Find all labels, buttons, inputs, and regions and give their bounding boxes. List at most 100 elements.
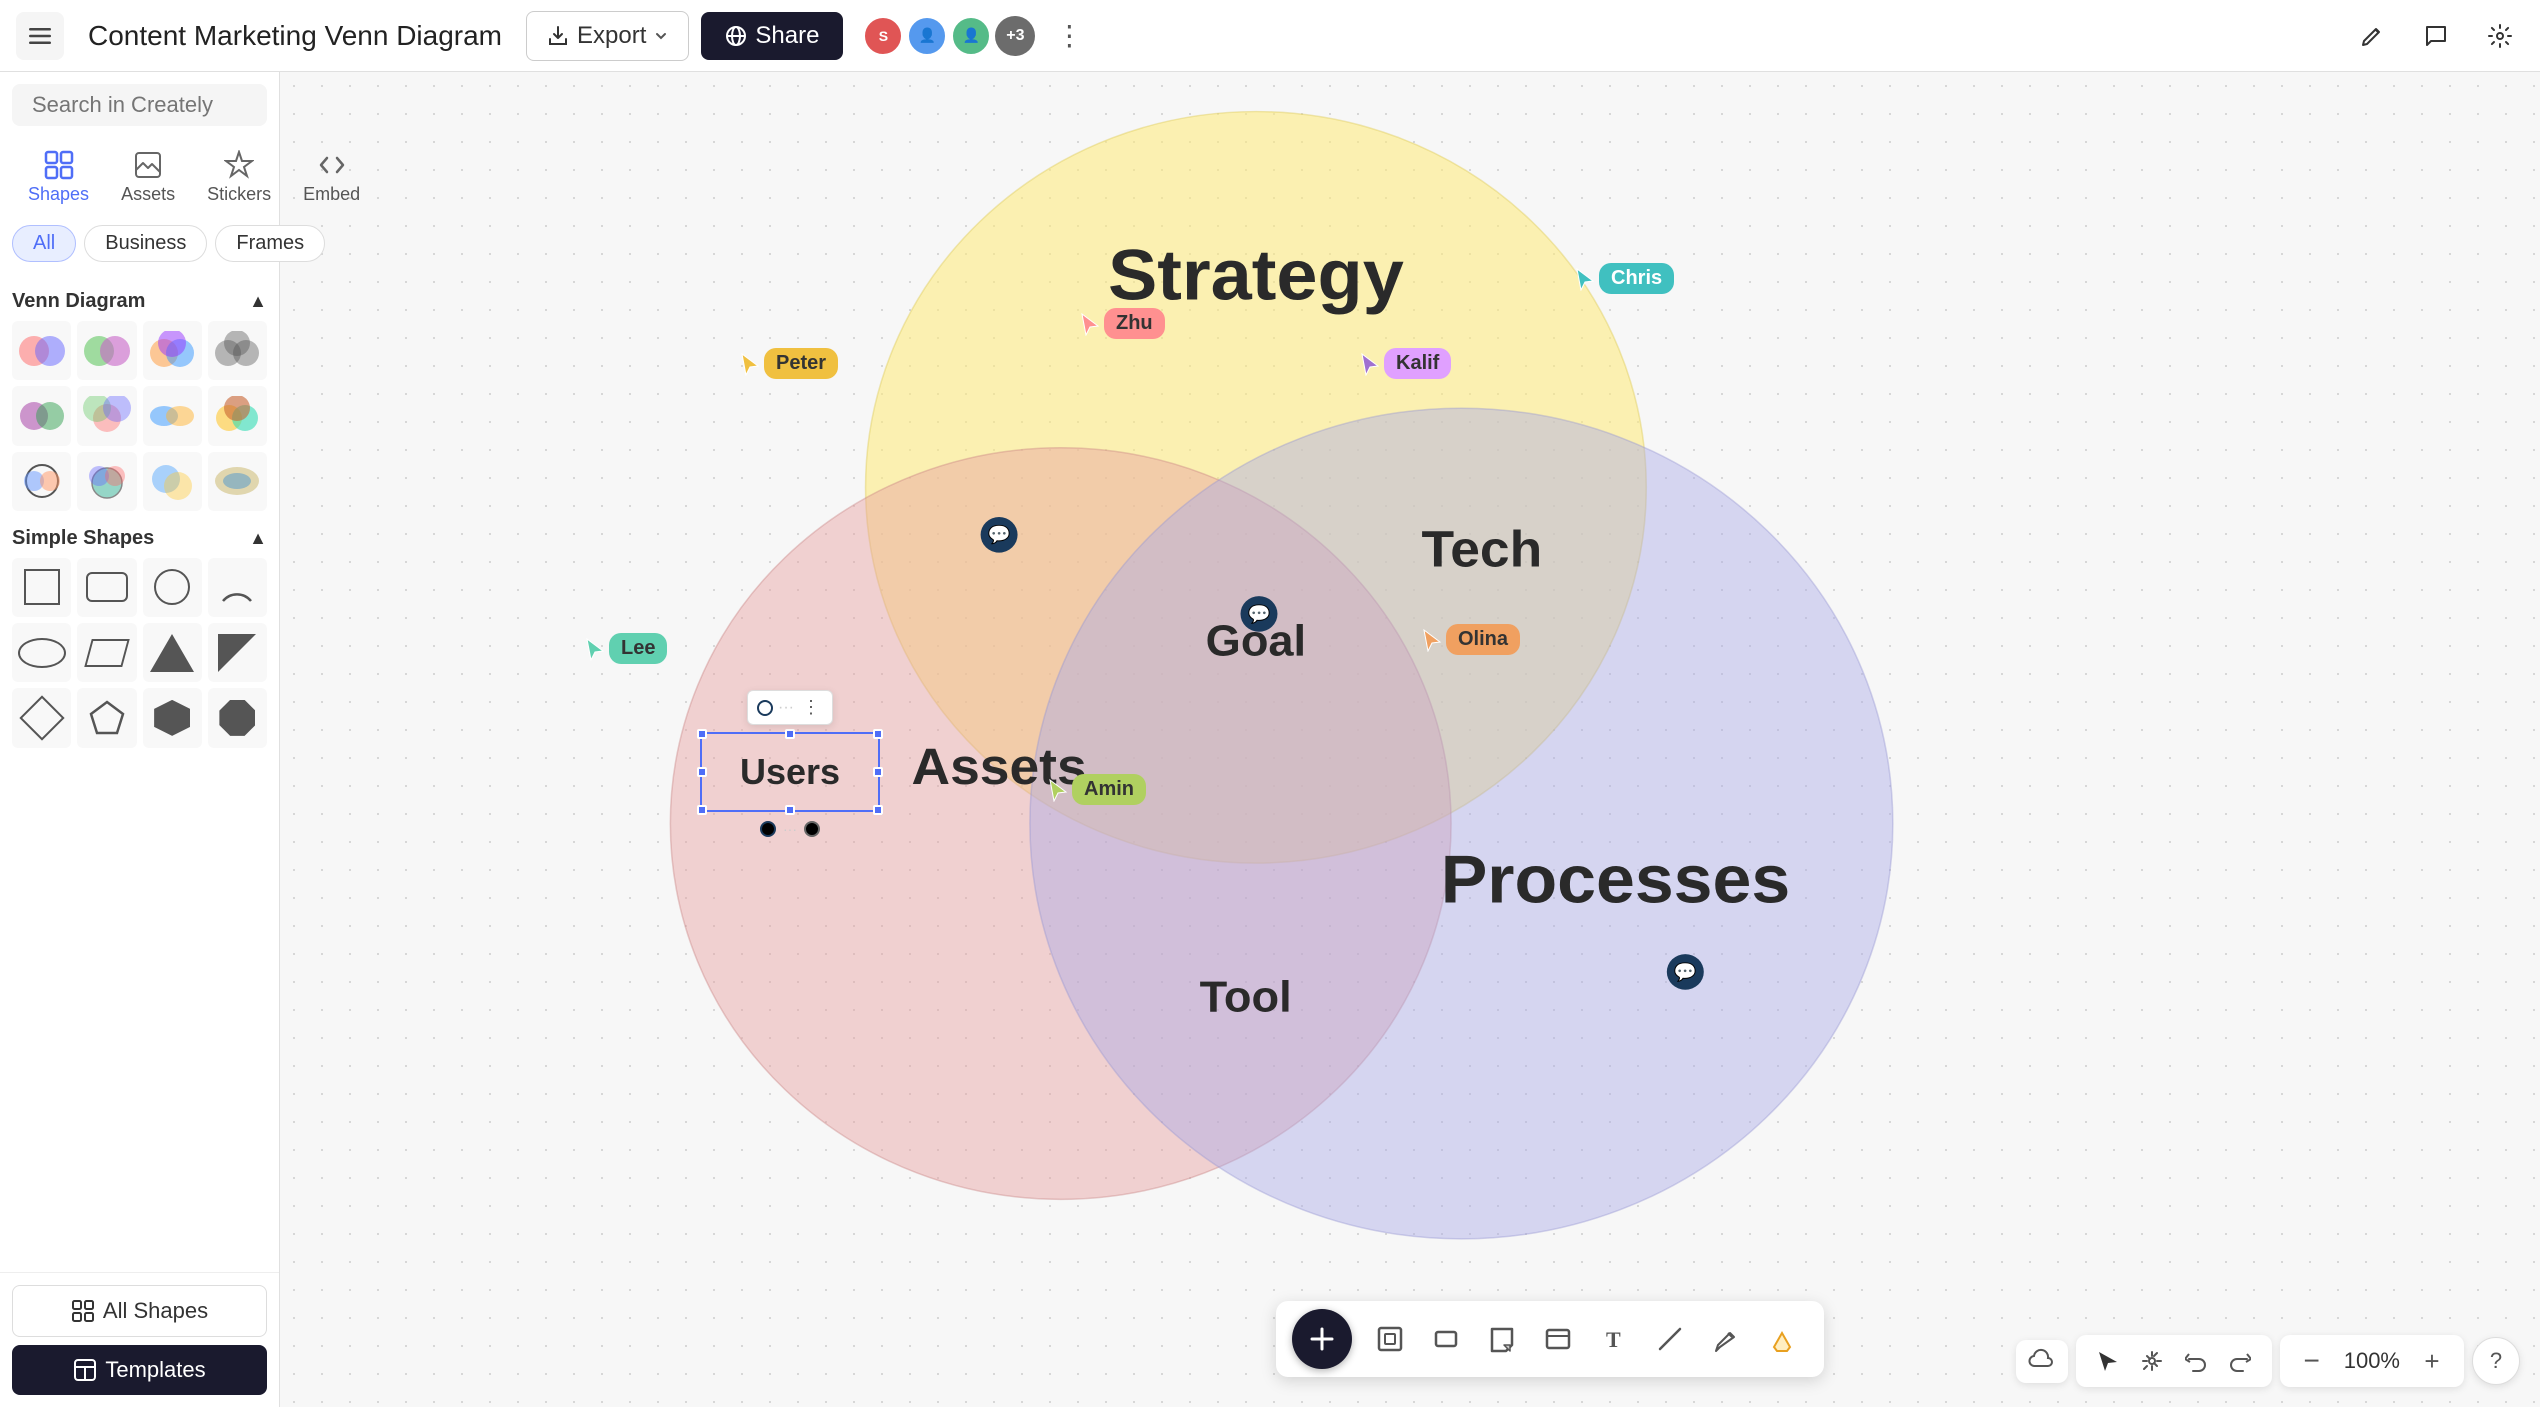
venn-shape-8[interactable]: [208, 386, 267, 445]
svg-text:Assets: Assets: [912, 739, 1087, 796]
line-tool[interactable]: [1644, 1313, 1696, 1365]
menu-button[interactable]: [16, 12, 64, 60]
venn-shape-6[interactable]: [77, 386, 136, 445]
cloud-save-button[interactable]: [2016, 1340, 2068, 1383]
svg-text:T: T: [1606, 1327, 1621, 1352]
stickers-tab-label: Stickers: [207, 184, 271, 205]
simple-section-toggle[interactable]: ▲: [249, 528, 267, 549]
collaborator-avatars: S 👤 👤 +3: [863, 16, 1035, 56]
venn-shape-grid: [12, 321, 267, 511]
venn-shape-2[interactable]: [77, 321, 136, 380]
simple-section-header: Simple Shapes ▲: [12, 527, 267, 550]
venn-section-toggle[interactable]: ▲: [249, 291, 267, 312]
marker-tool[interactable]: [1700, 1313, 1752, 1365]
venn-shape-10[interactable]: [77, 452, 136, 511]
add-button[interactable]: [1292, 1309, 1352, 1369]
assets-icon: [133, 150, 163, 180]
simple-shape-square[interactable]: [12, 558, 71, 617]
simple-shape-pentagon[interactable]: [77, 688, 136, 747]
move-tool-button[interactable]: [2132, 1341, 2172, 1381]
svg-text:💬: 💬: [1247, 603, 1270, 624]
venn-shape-7[interactable]: [143, 386, 202, 445]
redo-button[interactable]: [2220, 1341, 2260, 1381]
venn-shape-4[interactable]: [208, 321, 267, 380]
tab-stickers[interactable]: Stickers: [191, 142, 287, 213]
svg-text:Tool: Tool: [1200, 973, 1292, 1021]
search-bar[interactable]: [12, 84, 267, 126]
card-tool[interactable]: [1532, 1313, 1584, 1365]
bottom-toolbar: T: [1276, 1301, 1824, 1377]
search-input[interactable]: [32, 92, 320, 118]
avatar-s: S: [863, 16, 903, 56]
venn-shape-3[interactable]: [143, 321, 202, 380]
venn-section-label: Venn Diagram: [12, 290, 145, 313]
filter-all[interactable]: All: [12, 225, 76, 262]
simple-shape-ellipse[interactable]: [12, 623, 71, 682]
zoom-level: 100%: [2336, 1348, 2408, 1374]
zoom-in-button[interactable]: +: [2412, 1341, 2452, 1381]
frame-tool[interactable]: [1364, 1313, 1416, 1365]
venn-shape-12[interactable]: [208, 452, 267, 511]
svg-text:💬: 💬: [988, 524, 1011, 545]
simple-shape-right-triangle[interactable]: [208, 623, 267, 682]
all-shapes-label: All Shapes: [103, 1298, 208, 1324]
venn-shape-1[interactable]: [12, 321, 71, 380]
document-title[interactable]: Content Marketing Venn Diagram: [76, 14, 514, 58]
simple-shape-hexagon[interactable]: [143, 688, 202, 747]
sidebar-bottom: All Shapes Templates: [0, 1272, 279, 1407]
templates-label: Templates: [105, 1357, 205, 1383]
tab-embed[interactable]: Embed: [287, 142, 376, 213]
venn-shape-11[interactable]: [143, 452, 202, 511]
avatar-1: 👤: [907, 16, 947, 56]
sidebar: Shapes Assets Stickers Embed All Busines…: [0, 72, 280, 1407]
simple-shape-diamond[interactable]: [12, 688, 71, 747]
rectangle-tool[interactable]: [1420, 1313, 1472, 1365]
simple-shape-arc[interactable]: [208, 558, 267, 617]
tab-shapes[interactable]: Shapes: [12, 142, 105, 213]
help-button[interactable]: ?: [2472, 1337, 2520, 1385]
avatar-2: 👤: [951, 16, 991, 56]
svg-text:💬: 💬: [1674, 961, 1697, 982]
filter-frames[interactable]: Frames: [215, 225, 325, 262]
simple-shape-circle[interactable]: [143, 558, 202, 617]
grid-icon: [71, 1299, 95, 1323]
svg-text:Processes: Processes: [1441, 842, 1790, 918]
sidebar-content: Venn Diagram ▲: [0, 270, 279, 1272]
edit-icon-button[interactable]: [2348, 12, 2396, 60]
canvas[interactable]: Strategy Assets Tech Goal Tool Processes…: [280, 72, 2540, 1407]
templates-button[interactable]: Templates: [12, 1345, 267, 1395]
zoom-out-button[interactable]: −: [2292, 1341, 2332, 1381]
topbar: Content Marketing Venn Diagram Export Sh…: [0, 0, 2540, 72]
filter-business[interactable]: Business: [84, 225, 207, 262]
all-shapes-button[interactable]: All Shapes: [12, 1285, 267, 1337]
stickers-icon: [224, 150, 254, 180]
venn-diagram: Strategy Assets Tech Goal Tool Processes…: [280, 72, 2540, 1407]
sticky-note-tool[interactable]: [1476, 1313, 1528, 1365]
undo-button[interactable]: [2176, 1341, 2216, 1381]
venn-shape-5[interactable]: [12, 386, 71, 445]
settings-icon-button[interactable]: [2476, 12, 2524, 60]
export-button[interactable]: Export: [526, 11, 689, 61]
embed-tab-label: Embed: [303, 184, 360, 205]
simple-shape-rect-rounded[interactable]: [77, 558, 136, 617]
more-options-button[interactable]: ⋮: [1047, 15, 1091, 56]
venn-section-header: Venn Diagram ▲: [12, 290, 267, 313]
share-button[interactable]: Share: [701, 12, 843, 60]
highlight-tool[interactable]: [1756, 1313, 1808, 1365]
assets-tab-label: Assets: [121, 184, 175, 205]
simple-shape-octagon[interactable]: [208, 688, 267, 747]
simple-section-label: Simple Shapes: [12, 527, 154, 550]
text-tool[interactable]: T: [1588, 1313, 1640, 1365]
svg-text:Strategy: Strategy: [1108, 236, 1404, 315]
select-tool-button[interactable]: [2088, 1341, 2128, 1381]
tab-assets[interactable]: Assets: [105, 142, 191, 213]
share-label: Share: [755, 22, 819, 50]
users-element[interactable]: ··· ⋮ Users ···: [700, 732, 880, 812]
selection-border: ··· ⋮ Users ···: [700, 732, 880, 812]
simple-shape-triangle[interactable]: [143, 623, 202, 682]
avatar-overflow[interactable]: +3: [995, 16, 1035, 56]
comment-icon-button[interactable]: [2412, 12, 2460, 60]
topbar-right-actions: [2348, 12, 2524, 60]
simple-shape-parallelogram[interactable]: [77, 623, 136, 682]
venn-shape-9[interactable]: [12, 452, 71, 511]
